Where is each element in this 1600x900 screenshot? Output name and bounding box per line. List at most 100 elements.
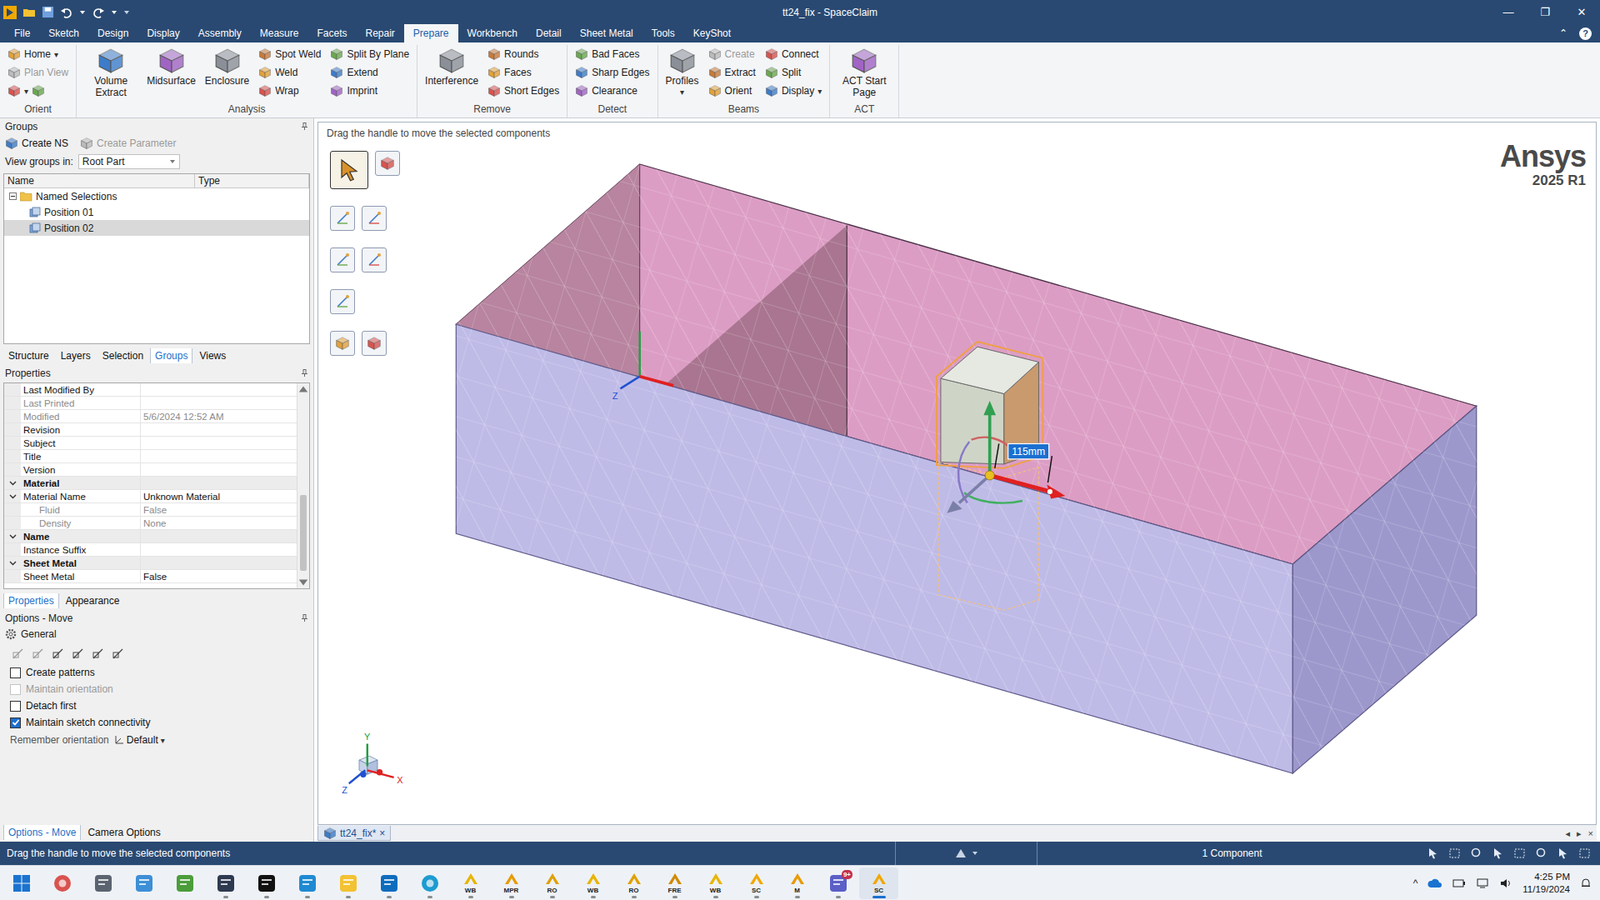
property-row[interactable]: Revision xyxy=(4,423,297,437)
scrollbar-thumb[interactable] xyxy=(300,495,307,572)
property-row[interactable]: Last Modified By xyxy=(4,383,297,397)
ribbon-large-button[interactable]: Enclosure xyxy=(202,45,252,89)
tool-button[interactable] xyxy=(330,289,355,315)
taskbar-app[interactable] xyxy=(165,867,205,900)
chevron-icon[interactable] xyxy=(9,559,17,567)
tab-bar-control[interactable]: × xyxy=(1588,828,1594,840)
ribbon-button[interactable]: Faces xyxy=(485,63,562,82)
status-tool-icon[interactable] xyxy=(1578,846,1592,860)
ribbon-button[interactable]: Rounds xyxy=(485,45,562,64)
tray-overflow-button[interactable]: ^ xyxy=(1413,877,1419,890)
option-checkbox-row[interactable]: Maintain orientation xyxy=(5,680,309,698)
taskbar-app[interactable] xyxy=(1,867,41,900)
taskbar-app[interactable]: M xyxy=(777,867,817,900)
tool-button[interactable] xyxy=(330,150,369,190)
taskbar-app[interactable]: SC xyxy=(736,867,776,900)
ribbon-button[interactable]: Imprint xyxy=(327,81,412,100)
tab-bar-control[interactable]: ◂ xyxy=(1565,828,1571,840)
ribbon-button[interactable]: Bad Faces xyxy=(572,45,652,64)
window-control-button[interactable]: ✕ xyxy=(1563,0,1600,25)
status-tool-icon[interactable] xyxy=(1556,846,1570,860)
status-tool-icon[interactable] xyxy=(1426,846,1440,860)
column-header[interactable]: Name xyxy=(4,174,195,188)
network-icon[interactable] xyxy=(1475,877,1490,890)
taskbar-app[interactable] xyxy=(410,867,450,900)
move-option-icon[interactable] xyxy=(31,647,45,660)
tool-button[interactable] xyxy=(361,330,387,356)
panel-tab[interactable]: Groups xyxy=(150,348,193,364)
ribbon-large-button[interactable]: Interference xyxy=(422,45,481,89)
tool-button[interactable] xyxy=(375,150,400,176)
property-section[interactable]: Sheet Metal xyxy=(4,556,297,570)
ribbon-button[interactable]: Orient xyxy=(705,81,759,100)
checkbox[interactable] xyxy=(10,684,21,695)
panel-tab[interactable]: Camera Options xyxy=(82,825,165,840)
taskbar-app[interactable] xyxy=(205,867,245,900)
taskbar-app[interactable] xyxy=(369,867,409,900)
create-ns-button[interactable]: Create NS xyxy=(5,136,69,150)
window-control-button[interactable]: — xyxy=(1490,0,1527,25)
ribbon-button[interactable]: Weld xyxy=(255,63,324,82)
ribbon-large-button[interactable]: Volume Extract xyxy=(81,45,140,100)
property-row[interactable]: Material NameUnknown Material xyxy=(4,490,297,504)
status-tool-icon[interactable] xyxy=(1448,846,1462,860)
menu-tab[interactable]: Design xyxy=(88,24,138,43)
warning-triangle-icon[interactable] xyxy=(955,848,967,859)
ribbon-button[interactable]: Split xyxy=(762,63,825,82)
battery-icon[interactable] xyxy=(1452,877,1466,890)
volume-icon[interactable] xyxy=(1499,877,1513,890)
ribbon-button[interactable]: Create xyxy=(705,45,759,64)
taskbar-app[interactable] xyxy=(287,867,327,900)
property-row[interactable]: Version xyxy=(4,463,297,477)
pin-icon[interactable] xyxy=(300,614,309,622)
taskbar-app[interactable]: WB xyxy=(450,867,490,900)
undo-icon[interactable] xyxy=(60,5,74,20)
move-option-icon[interactable] xyxy=(91,647,105,660)
tool-button[interactable] xyxy=(330,205,355,231)
menu-tab[interactable]: Workbench xyxy=(458,24,527,43)
option-checkbox-row[interactable]: Detach first xyxy=(5,697,309,715)
chevron-icon[interactable] xyxy=(9,492,17,500)
taskbar-app[interactable]: MPR xyxy=(491,867,531,900)
options-section-header[interactable]: General xyxy=(5,625,309,643)
taskbar-app[interactable]: SC xyxy=(859,867,899,900)
ribbon-large-button[interactable]: ACT Start Page xyxy=(835,45,894,100)
notification-bell-icon[interactable] xyxy=(1580,877,1592,890)
ribbon-button[interactable]: Connect xyxy=(762,45,825,64)
option-checkbox-row[interactable]: Create patterns xyxy=(5,664,309,681)
dimension[interactable]: 115mm xyxy=(995,443,1053,483)
tree-row[interactable]: Named Selections xyxy=(4,188,310,205)
property-section[interactable]: Name xyxy=(4,530,297,544)
taskbar-app[interactable]: RO xyxy=(532,867,572,900)
pin-icon[interactable] xyxy=(300,122,309,130)
document-tab[interactable]: tt24_fix*× xyxy=(317,825,391,841)
move-handle[interactable] xyxy=(946,400,1065,514)
model-scene[interactable]: Z115mmYXZ xyxy=(318,122,1596,825)
checkbox[interactable] xyxy=(10,667,21,679)
panel-tab[interactable]: Options - Move xyxy=(3,825,81,840)
tool-button[interactable] xyxy=(330,247,355,273)
ribbon-button[interactable]: Split By Plane xyxy=(327,45,412,64)
tree-row[interactable]: Position 01 xyxy=(4,204,310,220)
ribbon-button[interactable]: Extend xyxy=(327,63,412,82)
menu-tab[interactable]: Prepare xyxy=(404,24,459,43)
property-row[interactable]: Sheet MetalFalse xyxy=(4,570,297,584)
chevron-icon[interactable] xyxy=(9,479,17,487)
menu-tab[interactable]: Sheet Metal xyxy=(570,24,643,43)
property-row[interactable]: FluidFalse xyxy=(4,503,297,517)
create-parameter-button[interactable]: Create Parameter xyxy=(80,136,176,150)
tab-bar-control[interactable]: ▸ xyxy=(1576,828,1582,840)
redo-icon[interactable] xyxy=(91,5,105,20)
collapse-icon[interactable] xyxy=(9,192,17,200)
menu-tab[interactable]: Facets xyxy=(307,24,356,43)
checkbox[interactable] xyxy=(10,717,21,729)
move-option-icon[interactable] xyxy=(71,647,85,660)
collapse-ribbon-button[interactable]: ⌃ xyxy=(1559,27,1568,40)
move-option-icon[interactable] xyxy=(51,647,65,660)
remember-orientation-select[interactable]: Default▾ xyxy=(114,734,165,746)
taskbar-app[interactable] xyxy=(42,867,82,900)
pin-icon[interactable] xyxy=(300,369,309,377)
menu-tab[interactable]: Repair xyxy=(355,24,404,43)
cloud-icon[interactable] xyxy=(1427,878,1443,889)
menu-tab[interactable]: File xyxy=(5,24,40,43)
